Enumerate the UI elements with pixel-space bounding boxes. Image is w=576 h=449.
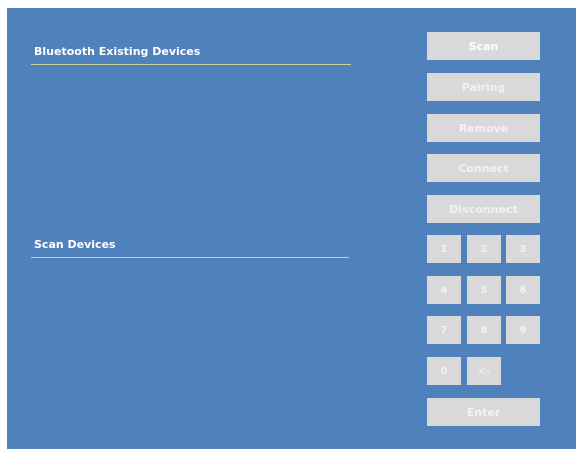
key-7[interactable]: 7 — [427, 316, 461, 344]
key-9[interactable]: 9 — [506, 316, 540, 344]
key-2[interactable]: 2 — [467, 235, 501, 263]
scan-devices-divider — [31, 257, 349, 258]
key-3[interactable]: 3 — [506, 235, 540, 263]
connect-button[interactable]: Connect — [427, 154, 540, 182]
scan-devices-title: Scan Devices — [34, 238, 116, 251]
scan-button[interactable]: Scan — [427, 32, 540, 60]
existing-devices-title: Bluetooth Existing Devices — [34, 45, 201, 58]
key-0[interactable]: 0 — [427, 357, 461, 385]
existing-devices-divider — [31, 64, 351, 65]
key-8[interactable]: 8 — [467, 316, 501, 344]
existing-devices-list[interactable] — [31, 68, 351, 228]
bluetooth-panel: Bluetooth Existing Devices Scan Devices … — [7, 8, 576, 449]
enter-button[interactable]: Enter — [427, 398, 540, 426]
key-6[interactable]: 6 — [506, 276, 540, 304]
remove-button[interactable]: Remove — [427, 114, 540, 142]
key-4[interactable]: 4 — [427, 276, 461, 304]
scan-devices-list[interactable] — [31, 261, 349, 431]
disconnect-button[interactable]: Disconnect — [427, 195, 540, 223]
key-1[interactable]: 1 — [427, 235, 461, 263]
key-5[interactable]: 5 — [467, 276, 501, 304]
pairing-button[interactable]: Pairing — [427, 73, 540, 101]
backspace-key[interactable]: <- — [467, 357, 501, 385]
